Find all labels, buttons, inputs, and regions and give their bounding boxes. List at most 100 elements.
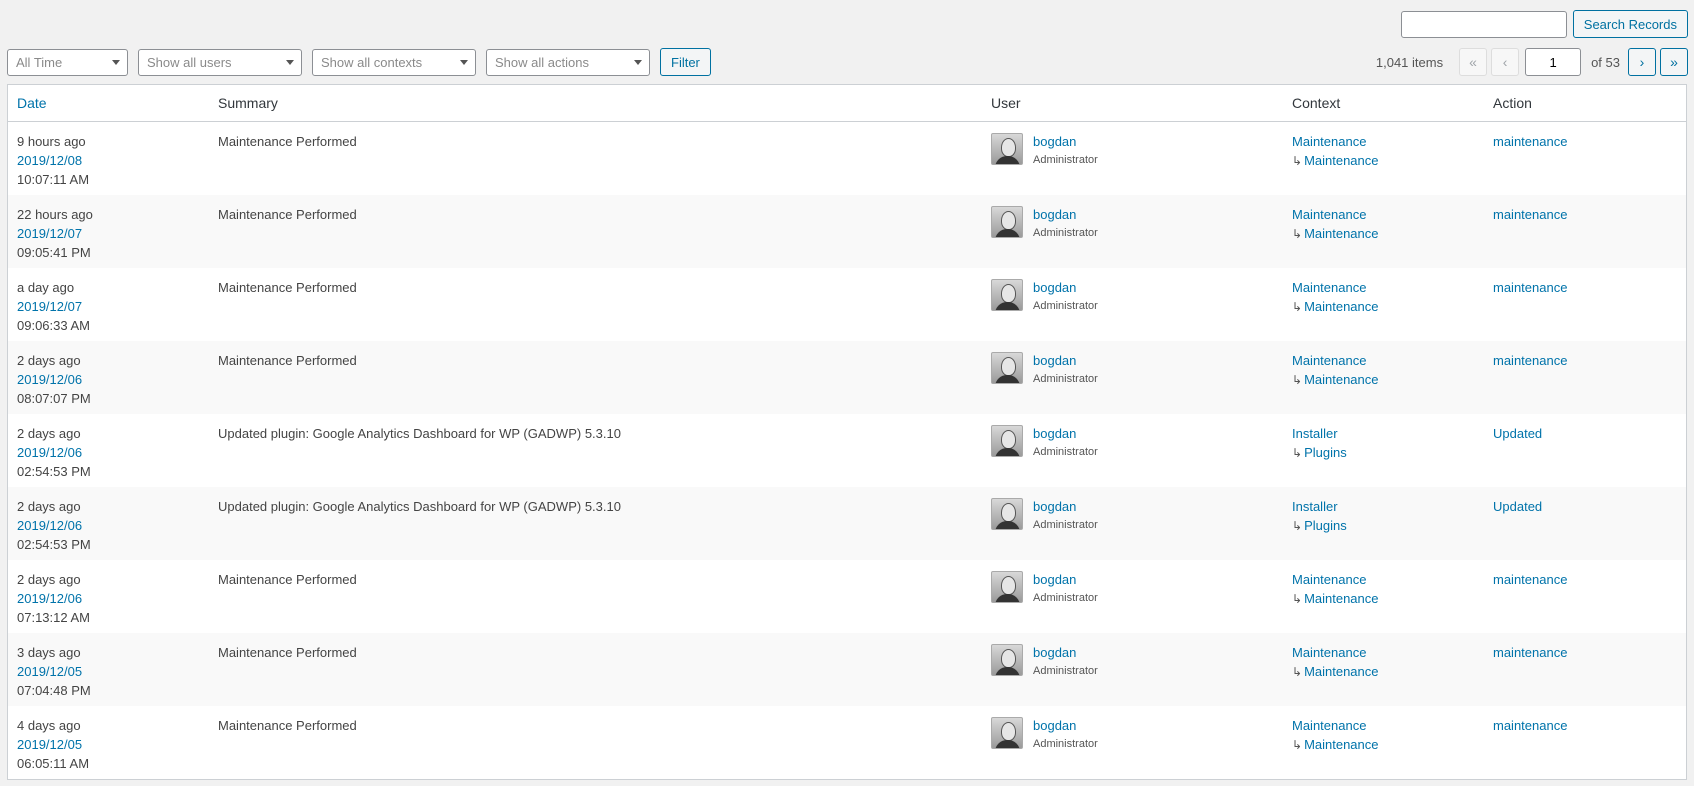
context-cell: Maintenance ↳ Maintenance: [1283, 132, 1484, 195]
actions-select[interactable]: Show all actions: [486, 48, 650, 76]
date-cell: 4 days ago 2019/12/05 06:05:11 AM: [8, 716, 209, 779]
user-role: Administrator: [1033, 373, 1098, 385]
context-sub-link[interactable]: Maintenance: [1304, 299, 1378, 314]
user-info: bogdan Administrator: [1033, 497, 1098, 535]
context-link[interactable]: Maintenance: [1292, 572, 1366, 587]
date-range-select[interactable]: All Time: [7, 48, 128, 76]
date-link[interactable]: 2019/12/06: [17, 516, 209, 535]
date-time: 02:54:53 PM: [17, 537, 91, 552]
date-link[interactable]: 2019/12/05: [17, 735, 209, 754]
user-link[interactable]: bogdan: [1033, 280, 1076, 295]
date-link[interactable]: 2019/12/06: [17, 370, 209, 389]
action-link[interactable]: Updated: [1493, 499, 1542, 514]
avatar[interactable]: [991, 279, 1023, 311]
context-link[interactable]: Maintenance: [1292, 280, 1366, 295]
next-page-button[interactable]: ›: [1628, 48, 1656, 76]
action-link[interactable]: maintenance: [1493, 572, 1567, 587]
avatar[interactable]: [991, 644, 1023, 676]
action-link[interactable]: maintenance: [1493, 718, 1567, 733]
date-cell: 2 days ago 2019/12/06 02:54:53 PM: [8, 424, 209, 487]
user-role: Administrator: [1033, 738, 1098, 750]
search-input[interactable]: [1400, 10, 1567, 38]
context-sub-link[interactable]: Maintenance: [1304, 226, 1378, 241]
action-link[interactable]: maintenance: [1493, 280, 1567, 295]
sub-arrow-icon: ↳: [1292, 519, 1303, 533]
filter-button[interactable]: Filter: [660, 48, 711, 76]
context-cell: Maintenance ↳ Maintenance: [1283, 278, 1484, 341]
avatar[interactable]: [991, 717, 1023, 749]
search-box: Search Records: [1400, 10, 1688, 38]
avatar[interactable]: [991, 571, 1023, 603]
user-link[interactable]: bogdan: [1033, 718, 1076, 733]
column-date[interactable]: Date: [8, 95, 209, 111]
table-header: Date Summary User Context Action: [8, 85, 1686, 122]
action-cell: Updated: [1484, 497, 1686, 560]
current-page-input[interactable]: [1525, 48, 1582, 76]
context-link[interactable]: Installer: [1292, 426, 1338, 441]
action-cell: maintenance: [1484, 205, 1686, 268]
avatar-body-shape: [995, 667, 1020, 675]
date-link[interactable]: 2019/12/07: [17, 224, 209, 243]
action-link[interactable]: maintenance: [1493, 207, 1567, 222]
table-row: 4 days ago 2019/12/05 06:05:11 AM Mainte…: [8, 706, 1686, 779]
user-link[interactable]: bogdan: [1033, 207, 1076, 222]
context-link[interactable]: Maintenance: [1292, 353, 1366, 368]
context-link[interactable]: Maintenance: [1292, 134, 1366, 149]
user-wrap: bogdan Administrator: [991, 643, 1283, 681]
date-cell: 2 days ago 2019/12/06 08:07:07 PM: [8, 351, 209, 414]
user-role: Administrator: [1033, 665, 1098, 677]
user-info: bogdan Administrator: [1033, 643, 1098, 681]
context-sub-link[interactable]: Maintenance: [1304, 737, 1378, 752]
date-time: 10:07:11 AM: [17, 172, 90, 187]
table-row: 2 days ago 2019/12/06 07:13:12 AM Mainte…: [8, 560, 1686, 633]
context-sub-link[interactable]: Plugins: [1304, 518, 1347, 533]
context-sub-link[interactable]: Maintenance: [1304, 591, 1378, 606]
date-link[interactable]: 2019/12/06: [17, 443, 209, 462]
contexts-select[interactable]: Show all contexts: [312, 48, 476, 76]
context-sub: ↳ Maintenance: [1292, 735, 1484, 755]
avatar[interactable]: [991, 206, 1023, 238]
user-link[interactable]: bogdan: [1033, 499, 1076, 514]
user-link[interactable]: bogdan: [1033, 645, 1076, 660]
user-cell: bogdan Administrator: [982, 351, 1283, 414]
user-cell: bogdan Administrator: [982, 278, 1283, 341]
context-link[interactable]: Maintenance: [1292, 718, 1366, 733]
avatar[interactable]: [991, 133, 1023, 165]
search-records-button[interactable]: Search Records: [1572, 10, 1688, 38]
date-time: 06:05:11 AM: [17, 756, 90, 771]
context-link[interactable]: Maintenance: [1292, 645, 1366, 660]
context-link[interactable]: Maintenance: [1292, 207, 1366, 222]
avatar[interactable]: [991, 498, 1023, 530]
prev-page-button[interactable]: ‹: [1491, 48, 1520, 76]
user-link[interactable]: bogdan: [1033, 572, 1076, 587]
user-link[interactable]: bogdan: [1033, 353, 1076, 368]
context-sub-link[interactable]: Plugins: [1304, 445, 1347, 460]
context-sub-link[interactable]: Maintenance: [1304, 664, 1378, 679]
avatar-body-shape: [995, 740, 1020, 748]
action-link[interactable]: maintenance: [1493, 353, 1567, 368]
sub-arrow-icon: ↳: [1292, 227, 1303, 241]
first-page-button[interactable]: «: [1459, 48, 1488, 76]
records-table: Date Summary User Context Action 9 hours…: [7, 84, 1687, 780]
context-sub: ↳ Maintenance: [1292, 370, 1484, 390]
users-select[interactable]: Show all users: [138, 48, 302, 76]
date-link[interactable]: 2019/12/06: [17, 589, 209, 608]
context-link[interactable]: Installer: [1292, 499, 1338, 514]
user-role: Administrator: [1033, 592, 1098, 604]
date-time: 09:06:33 AM: [17, 318, 90, 333]
date-link[interactable]: 2019/12/07: [17, 297, 209, 316]
action-link[interactable]: maintenance: [1493, 645, 1567, 660]
avatar[interactable]: [991, 425, 1023, 457]
date-link[interactable]: 2019/12/08: [17, 151, 209, 170]
action-link[interactable]: maintenance: [1493, 134, 1567, 149]
date-link[interactable]: 2019/12/05: [17, 662, 209, 681]
actions-value: Show all actions: [495, 54, 589, 70]
avatar[interactable]: [991, 352, 1023, 384]
context-sub-link[interactable]: Maintenance: [1304, 372, 1378, 387]
context-sub-link[interactable]: Maintenance: [1304, 153, 1378, 168]
user-link[interactable]: bogdan: [1033, 134, 1076, 149]
action-link[interactable]: Updated: [1493, 426, 1542, 441]
last-page-button[interactable]: »: [1660, 48, 1688, 76]
summary-cell: Maintenance Performed: [218, 353, 357, 368]
user-link[interactable]: bogdan: [1033, 426, 1076, 441]
